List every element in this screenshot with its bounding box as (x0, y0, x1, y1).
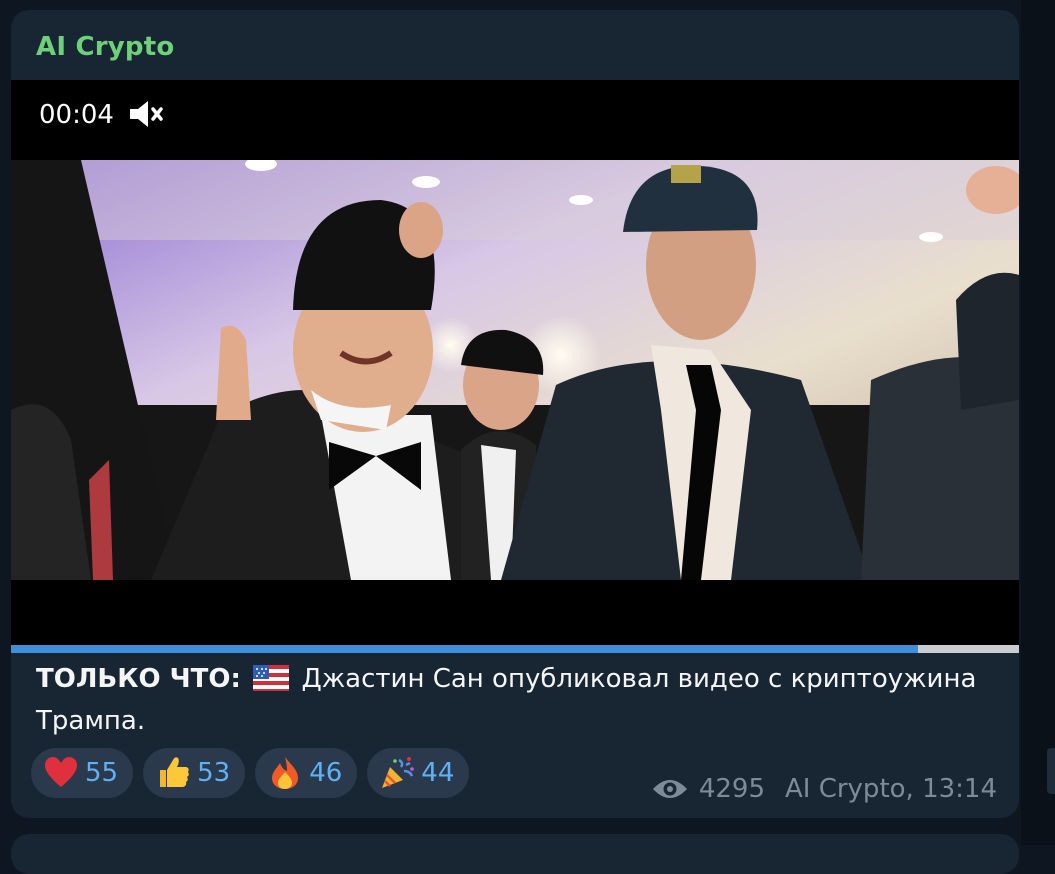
reaction-thumbs-up[interactable]: 53 (143, 748, 246, 798)
next-message-bubble (11, 834, 1019, 874)
video-progress-fill (11, 645, 919, 653)
caption-lead: ТОЛЬКО ЧТО: (36, 664, 241, 694)
us-flag-icon (253, 665, 290, 691)
view-count: 4295 (698, 774, 765, 804)
heart-icon (45, 757, 77, 787)
speaker-muted-icon[interactable] (128, 98, 166, 130)
reaction-count: 55 (85, 758, 119, 788)
post-signature: AI Crypto, 13:14 (784, 774, 997, 804)
reaction-count: 44 (421, 758, 455, 788)
thumbs-up-icon (160, 757, 189, 787)
scroll-down-handle[interactable] (1047, 748, 1055, 794)
reaction-heart[interactable]: 55 (31, 748, 134, 798)
video-frame (11, 160, 1019, 580)
video-timestamp: 00:04 (39, 100, 114, 130)
reaction-count: 46 (309, 758, 343, 788)
chat-background-edge (1021, 0, 1055, 845)
channel-name[interactable]: AI Crypto (36, 32, 174, 62)
reactions-bar: 55 53 46 44 (31, 748, 470, 798)
party-popper-icon (382, 757, 415, 788)
fire-icon (272, 757, 299, 789)
video-progress-bar[interactable] (11, 645, 1019, 653)
reaction-count: 53 (197, 758, 231, 788)
post-caption: ТОЛЬКО ЧТО: Джастин Сан опубликовал виде… (36, 658, 996, 742)
eye-icon (652, 780, 687, 798)
channel-post: AI Crypto 00:04 ТОЛЬКО ЧТО: Джастин Сан … (11, 10, 1019, 818)
video-player[interactable]: 00:04 (11, 80, 1019, 645)
reaction-party-popper[interactable]: 44 (367, 748, 470, 798)
post-meta: 4295 AI Crypto, 13:14 (651, 774, 997, 804)
reaction-fire[interactable]: 46 (255, 748, 358, 798)
